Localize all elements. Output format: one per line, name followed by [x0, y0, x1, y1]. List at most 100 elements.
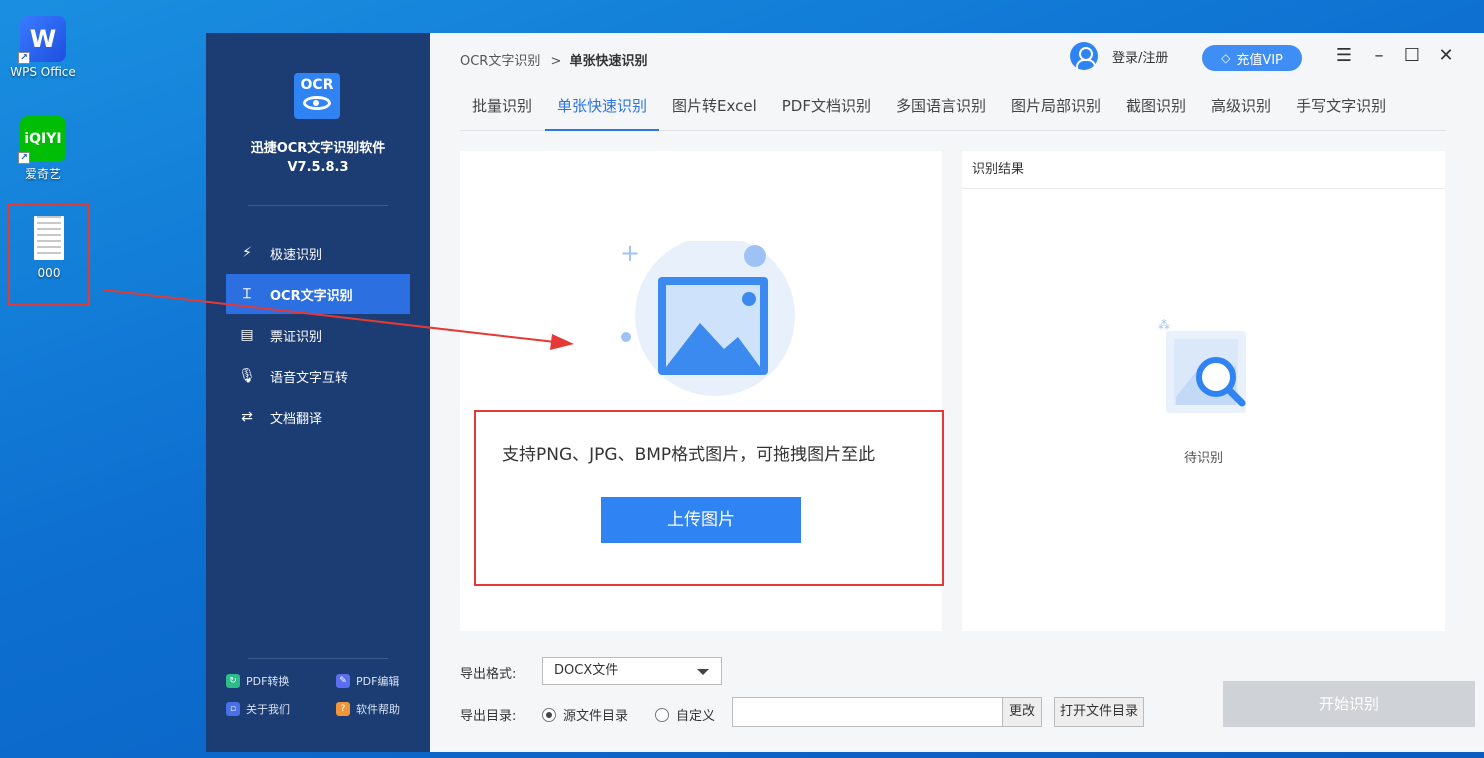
chevron-down-icon	[697, 669, 709, 675]
open-dir-button[interactable]: 打开文件目录	[1054, 697, 1144, 727]
sidebar-item-translate[interactable]: ⇄ 文档翻译	[226, 397, 410, 437]
app-version: V7.5.8.3	[287, 160, 349, 175]
vip-recharge-button[interactable]: ◇ 充值VIP	[1202, 45, 1302, 71]
desktop-icon-label: 000	[37, 266, 61, 280]
diamond-icon: ◇	[1221, 51, 1231, 65]
about-link[interactable]: ▫ 关于我们	[226, 701, 336, 717]
sidebar-item-ocr[interactable]: ⌶ OCR文字识别	[226, 274, 410, 314]
sidebar-divider	[248, 205, 388, 206]
iqiyi-badge: iQIYI	[24, 131, 62, 147]
breadcrumb-separator: >	[550, 54, 562, 69]
tab-pdf-recognize[interactable]: PDF文档识别	[770, 83, 883, 131]
sidebar-item-label: 极速识别	[270, 247, 323, 263]
lightning-doc-icon: ⚡	[242, 245, 252, 261]
upload-panel[interactable]: + 支持PNG、JPG、BMP格式图片，可拖拽图片至此 上传图片	[460, 151, 944, 631]
sidebar-nav: ⚡ 极速识别 ⌶ OCR文字识别 ▤ 票证识别 🎙 语音文字互转 ⇄ 文档翻译	[226, 233, 410, 438]
export-format-value: DOCX文件	[554, 663, 619, 678]
sidebar: OCR 迅捷OCR文字识别软件 V7.5.8.3 ⚡ 极速识别 ⌶ OCR文字识别 …	[206, 33, 430, 752]
export-format-select[interactable]: DOCX文件	[542, 657, 722, 685]
logo-text: OCR	[300, 77, 334, 93]
pdf-edit-link[interactable]: ✎ PDF编辑	[336, 673, 416, 689]
upload-drop-zone[interactable]: 支持PNG、JPG、BMP格式图片，可拖拽图片至此 上传图片	[474, 410, 944, 586]
maximize-icon[interactable]: ☐	[1400, 45, 1424, 66]
user-avatar-icon	[1070, 42, 1098, 70]
footer-label: 软件帮助	[356, 703, 400, 716]
tab-advanced[interactable]: 高级识别	[1199, 83, 1283, 131]
tab-multilanguage[interactable]: 多国语言识别	[884, 83, 998, 131]
desktop-icon-label: 爱奇艺	[24, 167, 61, 181]
document-file-icon	[34, 216, 64, 260]
tab-partial-image[interactable]: 图片局部识别	[999, 83, 1113, 131]
svg-text:⁂: ⁂	[1158, 318, 1170, 332]
export-path-input[interactable]	[732, 697, 1004, 727]
desktop-icon-000[interactable]: 000	[8, 204, 90, 306]
sidebar-item-voice[interactable]: 🎙 语音文字互转	[226, 356, 410, 396]
radio-label: 自定义	[676, 709, 716, 724]
footer-label: PDF编辑	[356, 675, 400, 688]
wps-logo-icon: W ↗	[18, 16, 66, 64]
shortcut-arrow-icon: ↗	[18, 152, 30, 164]
microphone-icon: 🎙	[238, 368, 256, 384]
top-bar: OCR文字识别 > 单张快速识别 登录/注册 ◇ 充值VIP ☰ – ☐ ✕	[430, 33, 1484, 83]
close-icon[interactable]: ✕	[1434, 45, 1458, 66]
menu-icon[interactable]: ☰	[1332, 45, 1356, 66]
radio-unchecked-icon	[655, 707, 669, 722]
shortcut-arrow-icon: ↗	[18, 52, 30, 64]
tab-image-to-excel[interactable]: 图片转Excel	[660, 83, 769, 131]
footer-label: PDF转换	[246, 675, 290, 688]
radio-checked-icon	[542, 707, 556, 722]
radio-label: 源文件目录	[563, 709, 629, 724]
upload-support-text: 支持PNG、JPG、BMP格式图片，可拖拽图片至此	[502, 445, 876, 465]
footer-label: 关于我们	[246, 703, 290, 716]
refresh-icon: ↻	[226, 674, 240, 688]
translate-doc-icon: ⇄	[241, 409, 253, 425]
login-button[interactable]: 登录/注册	[1070, 42, 1168, 70]
radio-source-dir[interactable]: 源文件目录	[542, 705, 628, 724]
breadcrumb-root[interactable]: OCR文字识别	[460, 54, 540, 69]
desktop-icon-wps[interactable]: W ↗ WPS Office	[5, 16, 81, 79]
export-dir-label: 导出目录:	[460, 709, 517, 724]
help-icon: ?	[336, 702, 350, 716]
pdf-convert-link[interactable]: ↻ PDF转换	[226, 673, 336, 689]
radio-custom-dir[interactable]: 自定义	[655, 705, 715, 724]
app-name: 迅捷OCR文字识别软件	[250, 141, 386, 156]
sidebar-item-label: 语音文字互转	[270, 370, 349, 386]
vip-label: 充值VIP	[1236, 52, 1283, 68]
text-scan-icon: ⌶	[242, 286, 252, 302]
ocr-logo-icon: OCR	[294, 73, 340, 119]
result-panel: 识别结果 ⁂ 待识别	[962, 151, 1445, 631]
main-area: OCR文字识别 > 单张快速识别 登录/注册 ◇ 充值VIP ☰ – ☐ ✕ 批…	[430, 33, 1484, 752]
sidebar-divider	[248, 658, 388, 659]
export-settings: 导出格式: DOCX文件 导出目录: 源文件目录 自定义 更改 打开文件目录 开…	[460, 657, 1475, 737]
mode-tabs: 批量识别 单张快速识别 图片转Excel PDF文档识别 多国语言识别 图片局部…	[460, 83, 1446, 131]
info-icon: ▫	[226, 702, 240, 716]
tab-screenshot[interactable]: 截图识别	[1114, 83, 1198, 131]
help-link[interactable]: ? 软件帮助	[336, 701, 416, 717]
start-recognize-button[interactable]: 开始识别	[1223, 681, 1475, 727]
breadcrumb: OCR文字识别 > 单张快速识别	[460, 50, 648, 69]
sidebar-item-label: OCR文字识别	[270, 288, 353, 304]
image-placeholder-icon: +	[620, 241, 795, 396]
tab-batch[interactable]: 批量识别	[460, 83, 544, 131]
sidebar-item-ticket[interactable]: ▤ 票证识别	[226, 315, 410, 355]
svg-text:+: +	[620, 241, 640, 267]
change-dir-button[interactable]: 更改	[1002, 697, 1042, 727]
login-label: 登录/注册	[1112, 50, 1169, 66]
result-panel-title: 识别结果	[962, 151, 1445, 189]
result-status: 待识别	[1183, 451, 1223, 466]
eye-icon	[303, 96, 331, 110]
sidebar-item-label: 文档翻译	[270, 411, 323, 427]
tab-single-fast[interactable]: 单张快速识别	[545, 83, 660, 131]
sidebar-item-fast-recognize[interactable]: ⚡ 极速识别	[226, 233, 410, 273]
export-format-label: 导出格式:	[460, 667, 517, 682]
upload-image-button[interactable]: 上传图片	[601, 497, 801, 543]
iqiyi-logo-icon: iQIYI ↗	[18, 116, 66, 164]
breadcrumb-current: 单张快速识别	[569, 54, 648, 69]
sidebar-item-label: 票证识别	[270, 329, 323, 345]
minimize-icon[interactable]: –	[1367, 45, 1391, 66]
sidebar-footer: ↻ PDF转换 ✎ PDF编辑 ▫ 关于我们 ? 软件帮助	[226, 673, 416, 717]
desktop-icon-label: WPS Office	[10, 65, 76, 79]
tab-handwriting[interactable]: 手写文字识别	[1284, 83, 1398, 131]
app-title: 迅捷OCR文字识别软件 V7.5.8.3	[206, 139, 430, 177]
desktop-icon-iqiyi[interactable]: iQIYI ↗ 爱奇艺	[5, 116, 81, 182]
